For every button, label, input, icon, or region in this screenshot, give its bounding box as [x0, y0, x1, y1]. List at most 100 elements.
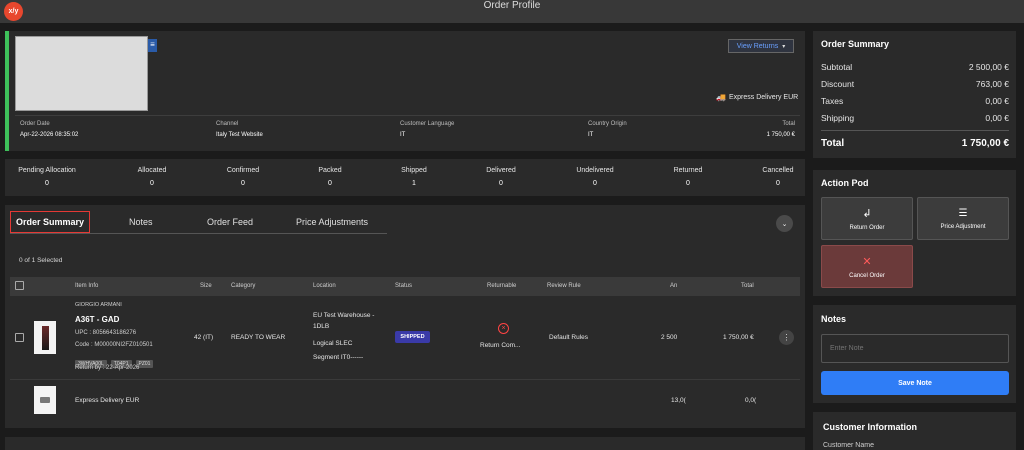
country-origin-label: Country Origin — [588, 121, 627, 127]
country-origin-value: IT — [588, 132, 594, 138]
status-allocated: Allocated 0 — [107, 167, 197, 187]
summary-total-label: Total — [821, 138, 845, 149]
customer-info-panel: Customer Information Customer Name — [813, 412, 1016, 450]
status-count: 0 — [150, 180, 154, 187]
item-code: Code : M00000NI2FZ010501 — [75, 342, 153, 348]
customer-language-value: IT — [400, 132, 406, 138]
shipping-row-name: Express Delivery EUR — [75, 397, 140, 404]
status-returned: Returned 0 — [643, 167, 733, 187]
bottom-panel — [5, 437, 805, 450]
tab-label: Order Summary — [15, 217, 85, 227]
order-summary-title: Order Summary — [821, 39, 890, 49]
not-returnable-icon: × — [498, 323, 509, 334]
shipping-row-amount: 13,0( — [671, 397, 686, 404]
header-total: Total — [741, 283, 754, 289]
note-input[interactable] — [821, 334, 1009, 363]
selected-count: 0 of 1 Selected — [19, 257, 63, 264]
select-all-checkbox[interactable] — [15, 281, 24, 290]
notes-title: Notes — [821, 314, 847, 324]
return-arrow-icon: ↲ — [862, 207, 872, 220]
channel-value: Italy Test Website — [216, 132, 263, 138]
status-label: Returned — [673, 167, 703, 174]
summary-taxes: Taxes 0,00 € — [821, 96, 1009, 106]
item-name: A36T - GAD — [75, 315, 120, 324]
product-image-placeholder — [15, 36, 148, 111]
item-returnable: Return Com... — [480, 342, 521, 349]
status-delivered: Delivered 0 — [456, 167, 546, 187]
order-date-value: Apr-22-2026 08:35:02 — [20, 132, 79, 138]
tab-order-feed[interactable]: Order Feed — [207, 217, 253, 227]
collapse-button[interactable]: ⌄ — [776, 215, 793, 232]
status-badge: SHIPPED — [395, 331, 430, 343]
chevron-down-icon: ▾ — [782, 43, 786, 50]
price-adjustment-button[interactable]: ☰ Price Adjustment — [917, 197, 1009, 240]
summary-value: 0,00 € — [985, 96, 1009, 106]
summary-value: 2 500,00 € — [968, 62, 1009, 72]
page-title: Order Profile — [483, 0, 541, 11]
item-thumbnail[interactable] — [34, 321, 56, 354]
summary-value: 0,00 € — [985, 113, 1009, 123]
truck-icon: 🚚 — [716, 93, 726, 102]
summary-total-value: 1 750,00 € — [961, 138, 1009, 149]
summary-label: Subtotal — [821, 62, 853, 72]
tab-notes[interactable]: Notes — [129, 217, 153, 227]
item-review-rule: Default Rules — [549, 334, 589, 341]
status-pending-allocation: Pending Allocation 0 — [2, 167, 92, 187]
item-location-line2: 1DLB — [313, 323, 330, 330]
status-label: Allocated — [137, 167, 167, 174]
header-category: Category — [231, 283, 256, 289]
save-note-label: Save Note — [898, 379, 932, 387]
status-count: 0 — [776, 180, 780, 187]
summary-shipping: Shipping 0,00 € — [821, 113, 1009, 123]
header-size: Size — [200, 283, 212, 289]
item-return-by: Return by : 22-Apr-2026 — [75, 365, 140, 371]
return-order-button[interactable]: ↲ Return Order — [821, 197, 913, 240]
garment-icon — [41, 325, 49, 350]
status-count: 1 — [412, 180, 416, 187]
truck-icon — [40, 397, 50, 403]
chevron-down-icon: ⌄ — [781, 220, 788, 228]
summary-divider — [821, 130, 1009, 131]
status-count: 0 — [328, 180, 332, 187]
status-accent-bar — [5, 31, 9, 151]
header-review-rule: Review Rule — [547, 283, 581, 289]
view-returns-button[interactable]: View Returns ▾ — [728, 39, 794, 53]
shipping-thumbnail — [34, 386, 56, 414]
status-label: Delivered — [486, 167, 516, 174]
image-tag: ≡ — [148, 39, 157, 52]
status-shipped: Shipped 1 — [369, 167, 459, 187]
cancel-order-button[interactable]: ✕ Cancel Order — [821, 245, 913, 288]
header-location: Location — [313, 283, 336, 289]
row-checkbox[interactable] — [15, 333, 24, 342]
status-badge-label: SHIPPED — [400, 334, 425, 340]
header-divider — [15, 115, 800, 116]
shipping-row-total: 0,0( — [745, 397, 757, 404]
tabs-underline — [10, 233, 387, 234]
status-count: 0 — [241, 180, 245, 187]
item-location-segment: Segment IT0------ — [313, 354, 364, 361]
save-note-button[interactable]: Save Note — [821, 371, 1009, 395]
action-pod-title: Action Pod — [821, 178, 869, 188]
status-confirmed: Confirmed 0 — [198, 167, 288, 187]
summary-subtotal: Subtotal 2 500,00 € — [821, 62, 1009, 72]
item-total: 1 750,00 € — [723, 334, 754, 341]
delivery-method-label: Express Delivery EUR — [728, 94, 799, 101]
customer-name-label: Customer Name — [823, 442, 874, 449]
tab-order-summary[interactable]: Order Summary — [10, 211, 90, 233]
close-icon: ✕ — [862, 255, 872, 268]
tab-price-adjustments[interactable]: Price Adjustments — [296, 217, 368, 227]
status-counters-panel: Pending Allocation 0 Allocated 0 Confirmed… — [5, 159, 805, 196]
customer-info-title: Customer Information — [823, 422, 918, 432]
top-bar: x/y Order Profile — [0, 0, 1024, 23]
row-menu-button[interactable]: ⋮ — [779, 330, 794, 345]
status-label: Cancelled — [762, 167, 794, 174]
status-label: Confirmed — [226, 167, 260, 174]
summary-label: Shipping — [821, 113, 855, 123]
delivery-method: 🚚 Express Delivery EUR — [716, 93, 798, 102]
item-upc: UPC : 8056643186276 — [75, 330, 137, 336]
header-amount: An — [670, 283, 678, 289]
item-location-logical: Logical SLEC — [313, 340, 353, 347]
customer-language-label: Customer Language — [400, 121, 455, 127]
status-label: Pending Allocation — [18, 167, 76, 174]
order-header-panel: ≡ View Returns ▾ 🚚 Express Delivery EUR … — [5, 31, 805, 151]
